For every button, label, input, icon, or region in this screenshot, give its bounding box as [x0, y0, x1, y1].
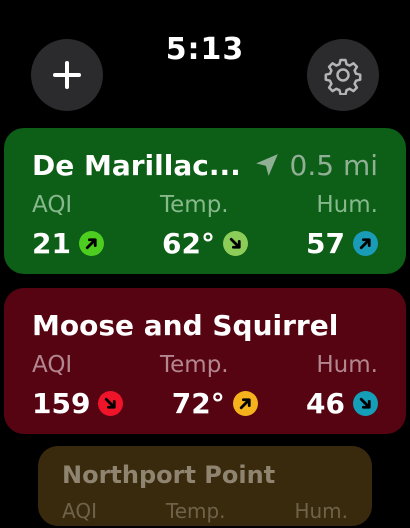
- hum-label: Hum.: [316, 192, 378, 218]
- aqi-metric: 21: [32, 227, 104, 260]
- aqi-metric: 159: [32, 386, 124, 420]
- trend-up-icon: [232, 390, 258, 416]
- temp-metric: 72°: [172, 387, 258, 420]
- temp-value: 72°: [171, 386, 225, 420]
- location-card-moose-and-squirrel[interactable]: Moose and Squirrel AQI Temp. Hum. 159 72…: [4, 288, 406, 434]
- top-bar: 5:13: [0, 0, 410, 120]
- aqi-label: AQI: [32, 192, 73, 218]
- settings-button[interactable]: [307, 39, 379, 111]
- hum-label: Hum.: [316, 352, 378, 378]
- hum-metric: 46: [306, 387, 378, 420]
- hum-value: 46: [306, 386, 345, 420]
- trend-down-icon: [352, 390, 378, 416]
- gear-icon: [324, 58, 362, 95]
- hum-metric: 57: [306, 227, 378, 260]
- location-name: Moose and Squirrel: [32, 308, 339, 342]
- location-name: De Marillac...: [32, 148, 241, 182]
- temp-label: Temp.: [165, 499, 226, 523]
- hum-value: 57: [306, 226, 345, 260]
- location-name: Northport Point: [62, 461, 276, 489]
- aqi-label: AQI: [32, 352, 73, 378]
- temp-label: Temp.: [160, 192, 229, 218]
- temp-label: Temp.: [160, 352, 229, 378]
- trend-down-icon: [98, 390, 124, 416]
- aqi-label: AQI: [62, 499, 97, 523]
- trend-up-icon: [353, 230, 378, 256]
- hum-label: Hum.: [294, 499, 348, 523]
- distance-value: 0.5 mi: [289, 148, 378, 182]
- aqi-value: 21: [32, 226, 71, 260]
- distance: 0.5 mi: [254, 149, 378, 182]
- location-card-de-marillac[interactable]: De Marillac... 0.5 mi AQI Temp. Hum. 21 …: [4, 128, 406, 274]
- temp-value: 62°: [162, 226, 215, 260]
- location-card-northport-point[interactable]: Northport Point AQI Temp. Hum.: [38, 446, 372, 526]
- temp-metric: 62°: [162, 227, 248, 260]
- location-arrow-icon: [255, 154, 278, 176]
- trend-down-icon: [222, 230, 248, 256]
- trend-up-icon: [78, 230, 104, 256]
- aqi-value: 159: [32, 386, 91, 420]
